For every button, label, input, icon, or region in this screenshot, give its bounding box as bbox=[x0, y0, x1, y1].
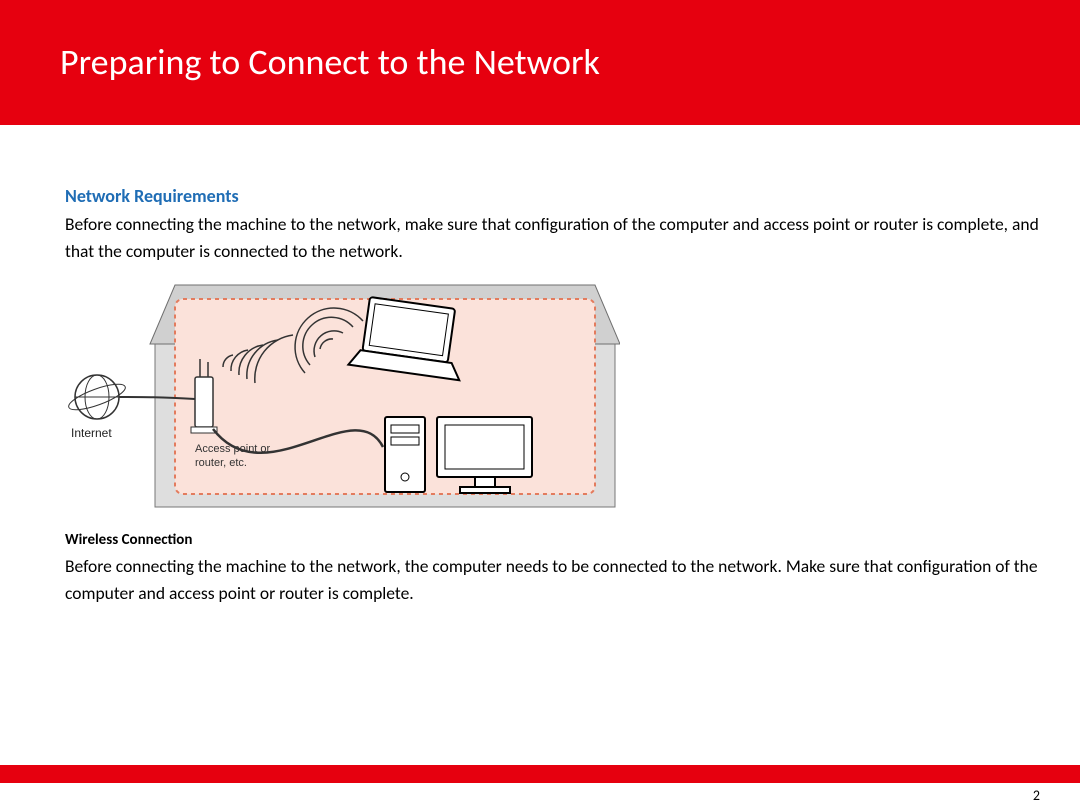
content-area: Network Requirements Before connecting t… bbox=[65, 185, 1040, 620]
footer-white: 2 bbox=[0, 783, 1080, 810]
section-heading: Network Requirements bbox=[65, 185, 1040, 207]
slide: Preparing to Connect to the Network Netw… bbox=[0, 0, 1080, 810]
desktop-tower-icon bbox=[385, 417, 425, 492]
footer-bar bbox=[0, 765, 1080, 783]
page-title: Preparing to Connect to the Network bbox=[60, 40, 600, 84]
wireless-heading: Wireless Connection bbox=[65, 531, 1040, 549]
internet-label: Internet bbox=[71, 426, 112, 440]
page-number: 2 bbox=[1033, 787, 1040, 804]
network-diagram: Internet Access point or router, etc. bbox=[65, 277, 620, 519]
section-intro: Before connecting the machine to the net… bbox=[65, 211, 1040, 265]
wireless-body: Before connecting the machine to the net… bbox=[65, 553, 1040, 607]
router-label-2: router, etc. bbox=[195, 457, 247, 469]
internet-icon bbox=[66, 375, 128, 419]
header-banner: Preparing to Connect to the Network bbox=[0, 0, 1080, 125]
